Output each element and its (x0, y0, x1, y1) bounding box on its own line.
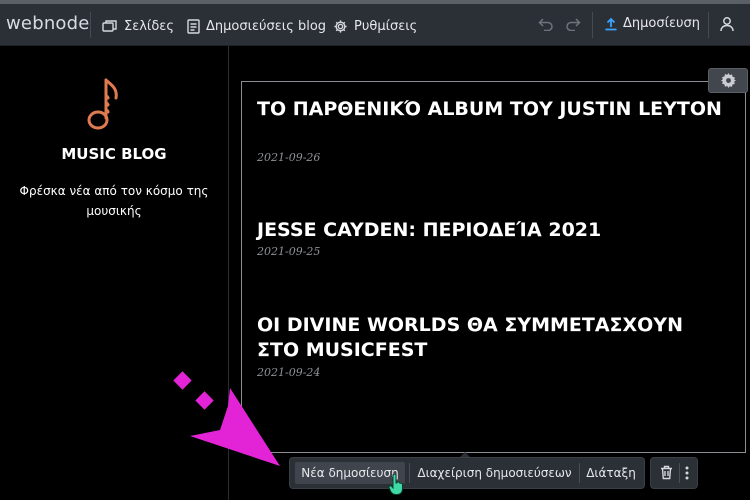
pages-label: Σελίδες (124, 18, 174, 34)
document-icon (187, 18, 200, 34)
settings-button[interactable]: Ρυθμίσεις (333, 16, 417, 36)
blog-posts-block[interactable] (241, 81, 746, 453)
block-settings-button[interactable] (708, 68, 748, 93)
topbar-divider (90, 12, 91, 38)
blog-tagline[interactable]: Φρέσκα νέα από τον κόσμο της μουσικής (14, 181, 214, 221)
annotation-arrow-icon (173, 371, 280, 466)
webnode-logo: webnode (6, 13, 90, 34)
blog-title[interactable]: MUSIC BLOG (0, 145, 228, 163)
upload-icon (605, 17, 617, 30)
music-note-icon (87, 78, 118, 130)
more-vertical-icon[interactable] (685, 466, 689, 480)
topbar-divider (708, 12, 709, 38)
pages-button[interactable]: Σελίδες (102, 16, 174, 36)
hand-pointer-icon (388, 474, 404, 495)
user-icon[interactable] (720, 16, 734, 32)
gear-icon (334, 19, 347, 33)
post-date: 2021-09-25 (257, 245, 321, 258)
post-title[interactable]: ΤΟ ΠΑΡΘΕΝΙΚΌ ALBUM ΤΟΥ JUSTIN LEYTON (257, 97, 727, 122)
manage-posts-button[interactable]: Διαχείριση δημοσιεύσεων (412, 462, 577, 484)
blog-toolbar: Νέα δημοσίευση Διαχείριση δημοσιεύσεων Δ… (290, 458, 644, 488)
toolbar-divider (679, 463, 680, 483)
toolbar-divider (579, 463, 580, 483)
publish-button[interactable]: Δημοσίευση (604, 16, 700, 31)
topbar-divider (592, 12, 593, 38)
settings-label: Ρυθμίσεις (354, 18, 418, 34)
gear-icon (720, 73, 736, 88)
post-title[interactable]: JESSE CAYDEN: ΠΕΡΙΟΔΕΊΑ 2021 (257, 218, 727, 243)
trash-icon[interactable] (660, 465, 673, 480)
pages-icon (102, 20, 117, 32)
publish-label: Δημοσίευση (623, 16, 701, 31)
redo-icon[interactable] (565, 17, 581, 31)
editor-topbar: webnode Σελίδες Δημοσιεύσεις blog Ρυθμίσ… (0, 4, 750, 46)
blog-posts-button[interactable]: Δημοσιεύσεις blog (187, 16, 326, 36)
post-title[interactable]: ΟΙ DIVINE WORLDS ΘΑ ΣΥΜΜΕΤΑΣΧΟΥΝ ΣΤΟ MUS… (257, 313, 727, 363)
post-date: 2021-09-26 (257, 151, 321, 164)
blog-posts-label: Δημοσιεύσεις blog (206, 18, 327, 34)
undo-icon[interactable] (538, 17, 554, 31)
block-actions-toolbar (651, 458, 697, 488)
toolbar-divider (409, 463, 410, 483)
layout-button[interactable]: Διάταξη (582, 462, 640, 484)
